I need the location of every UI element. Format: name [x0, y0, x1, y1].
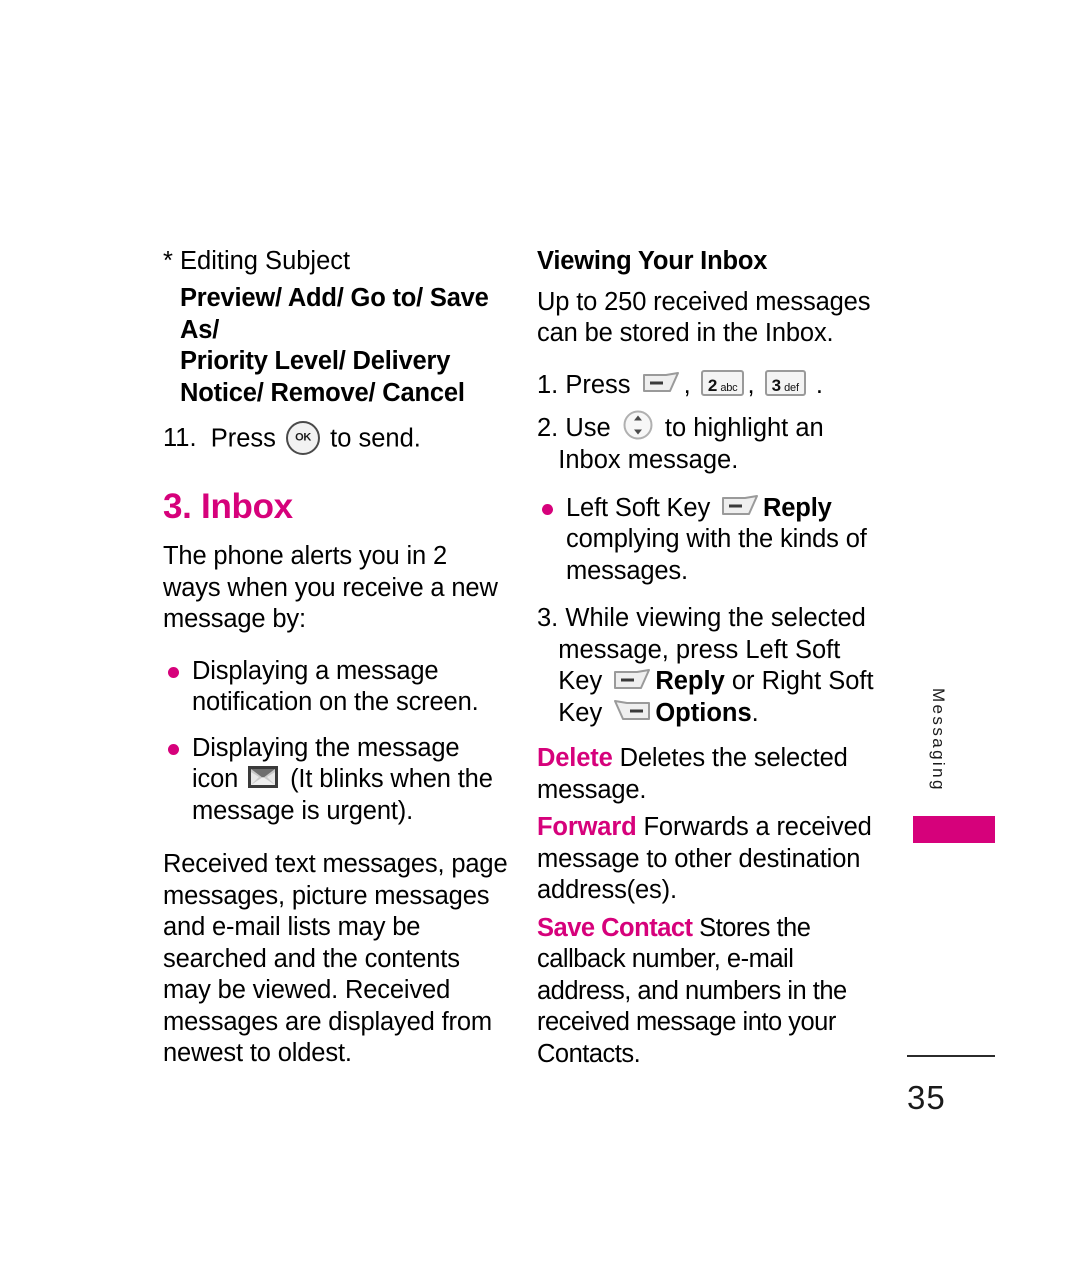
ok-key-icon: OK — [286, 421, 321, 455]
bullet-message-text-after: (It blinks when the message is urgent). — [192, 765, 493, 825]
step-3-reply-action: Reply — [655, 667, 725, 696]
option-save-contact-term: Save Contact — [537, 913, 693, 942]
keypad-key-2-digit: 2 — [707, 375, 718, 395]
bullet-dot-icon — [168, 743, 179, 755]
bullet-message-icon: Displaying the message icon (It blinks w… — [163, 733, 508, 828]
step-3: 3. While viewing the selected message, p… — [537, 603, 887, 729]
viewing-inbox-heading: Viewing Your Inbox — [537, 247, 768, 275]
nav-updown-key-icon — [622, 409, 654, 441]
keypad-key-3-letters: def — [784, 381, 799, 394]
step-2-body: Use to highlight an Inbox message. — [558, 410, 887, 477]
step-3-line-1: While viewing the selected — [565, 604, 866, 633]
step-3-body: While viewing the selected message, pres… — [558, 603, 887, 729]
left-soft-key-label: Left Soft Key — [566, 493, 711, 522]
option-delete-term: Delete — [537, 744, 613, 773]
side-tab-marker — [913, 816, 995, 843]
step-11-number: 11. — [163, 424, 197, 452]
keypad-key-2-letters: abc — [720, 381, 738, 394]
reply-action-label: Reply — [763, 493, 832, 522]
side-tab-label: Messaging — [929, 688, 948, 792]
inbox-capacity-paragraph: Up to 250 received messages can be store… — [537, 287, 871, 348]
footer-divider — [907, 1055, 995, 1057]
step-1-sep-2: , — [747, 370, 755, 399]
step-11-text-after: to send. — [330, 424, 421, 453]
step-2: 2. Use to highlight an Inbox message. — [537, 410, 887, 477]
step-1-body: Press , 2 abc , 3 def . — [558, 369, 887, 402]
left-soft-key-icon — [721, 494, 759, 518]
step-3-options-action: Options — [655, 698, 752, 727]
step-2-number: 2. — [537, 414, 559, 442]
page-number: 35 — [907, 1079, 946, 1116]
bullet-notification: Displaying a message notification on the… — [163, 656, 508, 719]
reply-bullet-text-after: complying with the kinds of messages. — [566, 525, 867, 585]
option-save-contact: Save Contact Stores the callback number,… — [537, 913, 887, 1071]
option-forward-term: Forward — [537, 813, 637, 842]
bullet-dot-icon — [542, 503, 553, 515]
left-soft-key-icon — [642, 371, 680, 395]
right-column: Viewing Your Inbox Up to 250 received me… — [537, 246, 887, 1070]
manual-page: * Editing Subject Preview/ Add/ Go to/ S… — [0, 0, 1080, 1270]
bullet-reply-text: Left Soft Key Reply complying with the k… — [566, 493, 887, 588]
editing-subject-heading: * Editing Subject — [163, 247, 351, 275]
envelope-icon — [247, 765, 279, 789]
step-11-body: Press OK to send. — [197, 421, 508, 457]
menu-chain-line-1: Preview/ Add/ Go to/ Save As/ — [180, 284, 489, 344]
step-1-sep-1: , — [683, 370, 691, 399]
inbox-intro-paragraph: The phone alerts you in 2 ways when you … — [163, 542, 498, 633]
left-column: * Editing Subject Preview/ Add/ Go to/ S… — [163, 246, 508, 1090]
right-soft-key-icon — [613, 699, 651, 723]
left-soft-key-icon — [613, 668, 651, 692]
inbox-closing-paragraph: Received text messages, page messages, p… — [163, 850, 508, 1067]
step-3-period: . — [751, 698, 759, 727]
keypad-key-2: 2 abc — [700, 369, 745, 396]
bullet-message-icon-text: Displaying the message icon (It blinks w… — [192, 733, 508, 828]
keypad-key-3: 3 def — [764, 369, 806, 396]
step-3-number: 3. — [537, 604, 559, 633]
menu-chain-line-2: Priority Level/ Delivery — [180, 347, 451, 375]
step-1-period: . — [815, 370, 823, 399]
step-11-text-before: Press — [210, 424, 276, 453]
bullet-dot-icon — [168, 666, 179, 678]
bullet-left-soft-key-reply: Left Soft Key Reply complying with the k… — [537, 493, 887, 588]
bullet-notification-text: Displaying a message notification on the… — [192, 656, 479, 717]
menu-chain: Preview/ Add/ Go to/ Save As/ Priority L… — [180, 283, 508, 409]
step-1-text-before: Press — [565, 370, 631, 399]
keypad-key-3-digit: 3 — [771, 375, 782, 395]
step-11: 11. Press OK to send. — [163, 421, 508, 457]
step-1: 1. Press , 2 abc , 3 def . — [537, 369, 887, 402]
step-2-text-before: Use — [565, 414, 611, 442]
option-forward: Forward Forwards a received message to o… — [537, 812, 887, 907]
menu-chain-line-3: Notice/ Remove/ Cancel — [180, 378, 465, 407]
step-1-number: 1. — [537, 370, 559, 399]
option-delete: Delete Deletes the selected message. — [537, 743, 887, 806]
ok-key-label: OK — [295, 431, 311, 444]
inbox-section-heading: 3. Inbox — [163, 487, 293, 526]
